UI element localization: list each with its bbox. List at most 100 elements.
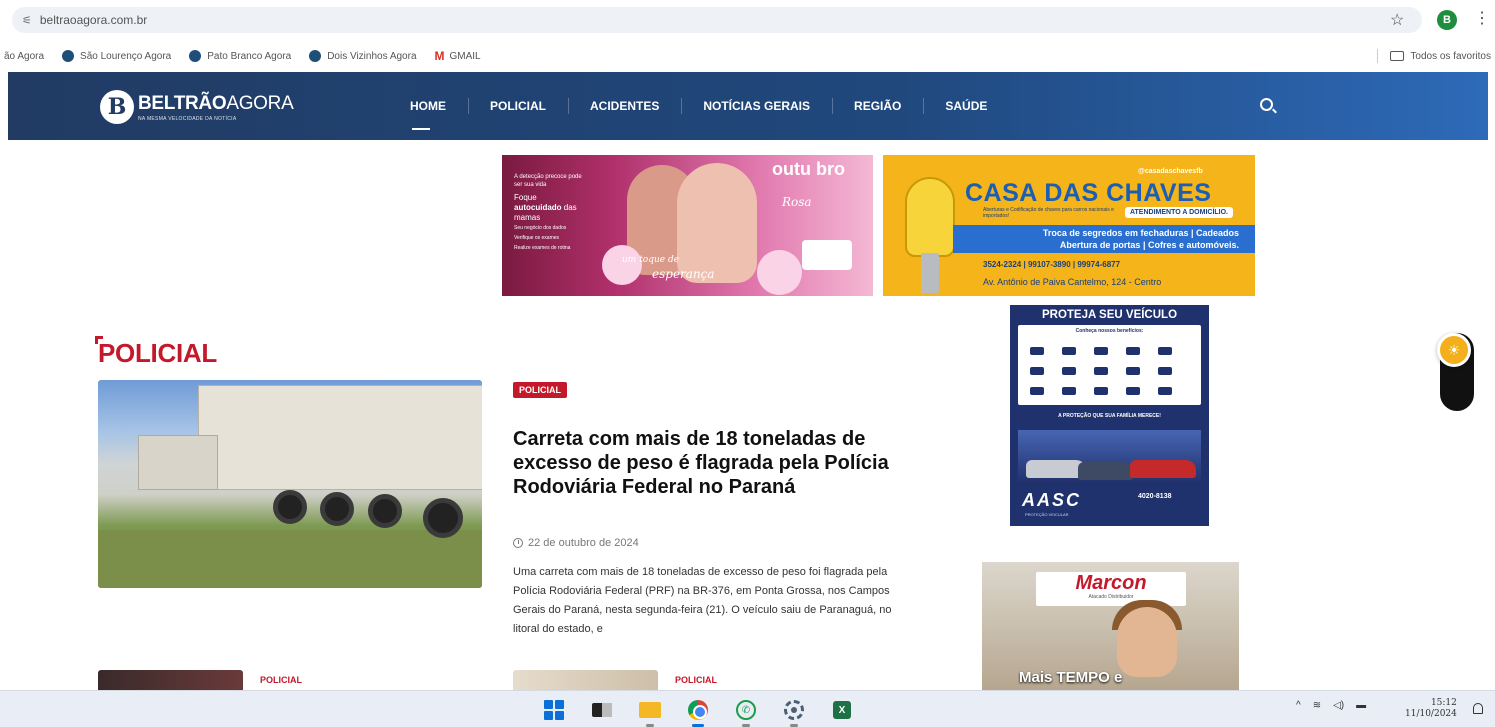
tagline-script: esperança xyxy=(652,267,715,281)
article-title[interactable]: Carreta com mais de 18 toneladas de exce… xyxy=(513,427,908,499)
sun-icon[interactable]: ☀ xyxy=(1437,333,1471,367)
chrome-icon xyxy=(688,700,708,720)
browser-menu-icon[interactable]: ⋮ xyxy=(1474,8,1490,28)
logo-mark-icon: B xyxy=(100,90,134,124)
marcon-ad[interactable]: Marcon Atacado Distribuidor Mais TEMPO e xyxy=(982,562,1239,692)
bookmark-item[interactable]: ão Agora xyxy=(4,51,44,62)
truck-trailer xyxy=(198,385,482,490)
benefit-icon xyxy=(1158,387,1172,395)
nav-acidentes[interactable]: ACIDENTES xyxy=(568,96,681,116)
car-image xyxy=(1026,460,1086,478)
category-label[interactable]: POLICIAL xyxy=(675,675,717,685)
truck-wheel xyxy=(423,498,463,538)
truck-wheel xyxy=(368,494,402,528)
site-favicon-icon xyxy=(309,50,322,62)
clock-icon xyxy=(513,538,523,548)
car-image xyxy=(1078,462,1133,480)
chaves-address: Av. Antônio de Paiva Cantelmo, 124 - Cen… xyxy=(983,277,1162,287)
benefit-icon xyxy=(1094,367,1108,375)
wifi-icon[interactable]: ≋ xyxy=(1313,700,1321,711)
system-clock[interactable]: 15:12 11/10/2024 xyxy=(1405,698,1457,720)
category-badge[interactable]: POLICIAL xyxy=(513,382,567,398)
chaves-services: Troca de segredos em fechaduras | Cadead… xyxy=(953,225,1255,253)
bookmark-item[interactable]: M GMAIL xyxy=(435,49,481,63)
bookmarks-bar: ão Agora São Lourenço Agora Pato Branco … xyxy=(0,42,1495,70)
car-image xyxy=(1130,460,1196,478)
windows-taskbar: ✆ X ^ ≋ ◁) ▬ 15:12 11/10/2024 xyxy=(0,690,1495,727)
featured-image[interactable] xyxy=(98,380,482,588)
bookmark-item[interactable]: São Lourenço Agora xyxy=(62,50,171,62)
benefit-icon xyxy=(1126,367,1140,375)
nav-saude[interactable]: SAÚDE xyxy=(923,96,1009,116)
site-favicon-icon xyxy=(189,50,202,62)
flower-decoration xyxy=(602,245,642,285)
profile-avatar[interactable]: B xyxy=(1437,10,1457,30)
benefits-panel: Conheça nossos benefícios: xyxy=(1018,325,1201,405)
aasc-ad[interactable]: PROTEJA SEU VEÍCULO Conheça nossos benef… xyxy=(1010,305,1209,526)
benefit-icon xyxy=(1158,347,1172,355)
gear-icon xyxy=(784,700,804,720)
chrome-button[interactable] xyxy=(687,699,709,727)
benefit-icon xyxy=(1126,347,1140,355)
nav-policial[interactable]: POLICIAL xyxy=(468,96,568,116)
excel-button[interactable]: X xyxy=(831,699,853,721)
logo-name: BELTRÃOAGORA xyxy=(138,92,294,114)
grass xyxy=(98,530,482,588)
article-excerpt: Uma carreta com mais de 18 toneladas de … xyxy=(513,566,892,635)
nav-home[interactable]: HOME xyxy=(388,96,468,130)
site-info-icon[interactable]: ⚟ xyxy=(22,14,32,27)
category-label[interactable]: POLICIAL xyxy=(260,675,302,685)
divider xyxy=(1377,49,1379,63)
all-bookmarks[interactable]: Todos os favoritos xyxy=(1377,49,1491,63)
truck-wheel xyxy=(320,492,354,526)
windows-logo-icon xyxy=(544,700,564,720)
key-mascot-icon xyxy=(905,177,955,257)
site-logo[interactable]: B BELTRÃOAGORA NA MESMA VELOCIDADE DA NO… xyxy=(100,90,294,124)
nav-regiao[interactable]: REGIÃO xyxy=(832,96,923,116)
benefit-icon xyxy=(1158,367,1172,375)
file-explorer-button[interactable] xyxy=(639,699,661,727)
outubro-title: outu bro xyxy=(772,159,845,179)
nav-noticias-gerais[interactable]: NOTÍCIAS GERAIS xyxy=(681,96,832,116)
task-view-button[interactable] xyxy=(591,699,613,721)
benefit-icon xyxy=(1062,367,1076,375)
city-cars-image xyxy=(1018,430,1201,485)
whatsapp-button[interactable]: ✆ xyxy=(735,699,757,727)
person-photo xyxy=(1117,607,1177,677)
outubro-rosa-banner[interactable]: A detecção precoce pode ser sua vida Foq… xyxy=(502,155,873,296)
bookmark-star-icon[interactable]: ☆ xyxy=(1390,10,1404,30)
volume-icon[interactable]: ◁) xyxy=(1333,700,1344,711)
address-bar[interactable]: ⚟ beltraoagora.com.br xyxy=(12,7,1422,33)
chaves-phones: 3524-2324 | 99107-3890 | 99974-6877 xyxy=(983,260,1121,269)
bookmark-item[interactable]: Pato Branco Agora xyxy=(189,50,291,62)
article-thumbnail[interactable] xyxy=(98,670,243,692)
aasc-subtitle: PROTEÇÃO VEICULAR xyxy=(1025,512,1069,517)
chevron-up-icon[interactable]: ^ xyxy=(1296,700,1301,711)
benefit-icon xyxy=(1062,347,1076,355)
folder-icon xyxy=(1390,51,1405,61)
ad-slogan: A PROTEÇÃO QUE SUA FAMÍLIA MERECE! xyxy=(1058,413,1161,419)
sponsor-logo xyxy=(802,240,852,270)
truck-wheel xyxy=(273,490,307,524)
banner-headline: Foque autocuidado das mamas xyxy=(514,193,577,222)
tagline-text: um toque de xyxy=(622,255,680,265)
folder-icon xyxy=(639,702,661,718)
truck-trailer xyxy=(138,435,218,490)
key-blade-icon xyxy=(921,253,939,293)
search-icon[interactable] xyxy=(1260,98,1273,111)
atendimento-badge: ATENDIMENTO A DOMICÍLIO. xyxy=(1125,207,1233,218)
settings-button[interactable] xyxy=(783,699,805,727)
main-nav: HOME POLICIAL ACIDENTES NOTÍCIAS GERAIS … xyxy=(388,96,1009,130)
battery-icon[interactable]: ▬ xyxy=(1356,700,1366,711)
outubro-rosa-script: Rosa xyxy=(782,195,812,209)
casa-das-chaves-banner[interactable]: @casadaschavesfb CASA DAS CHAVES Abertur… xyxy=(883,155,1255,296)
benefit-icon xyxy=(1126,387,1140,395)
corner-mark-icon xyxy=(95,336,103,344)
excel-icon: X xyxy=(833,701,851,719)
elderly-woman-photo xyxy=(677,163,757,283)
start-button[interactable] xyxy=(543,699,565,721)
article-thumbnail[interactable] xyxy=(513,670,658,692)
bookmark-item[interactable]: Dois Vizinhos Agora xyxy=(309,50,417,62)
benefit-icon xyxy=(1062,387,1076,395)
notification-bell-icon[interactable] xyxy=(1473,703,1483,714)
